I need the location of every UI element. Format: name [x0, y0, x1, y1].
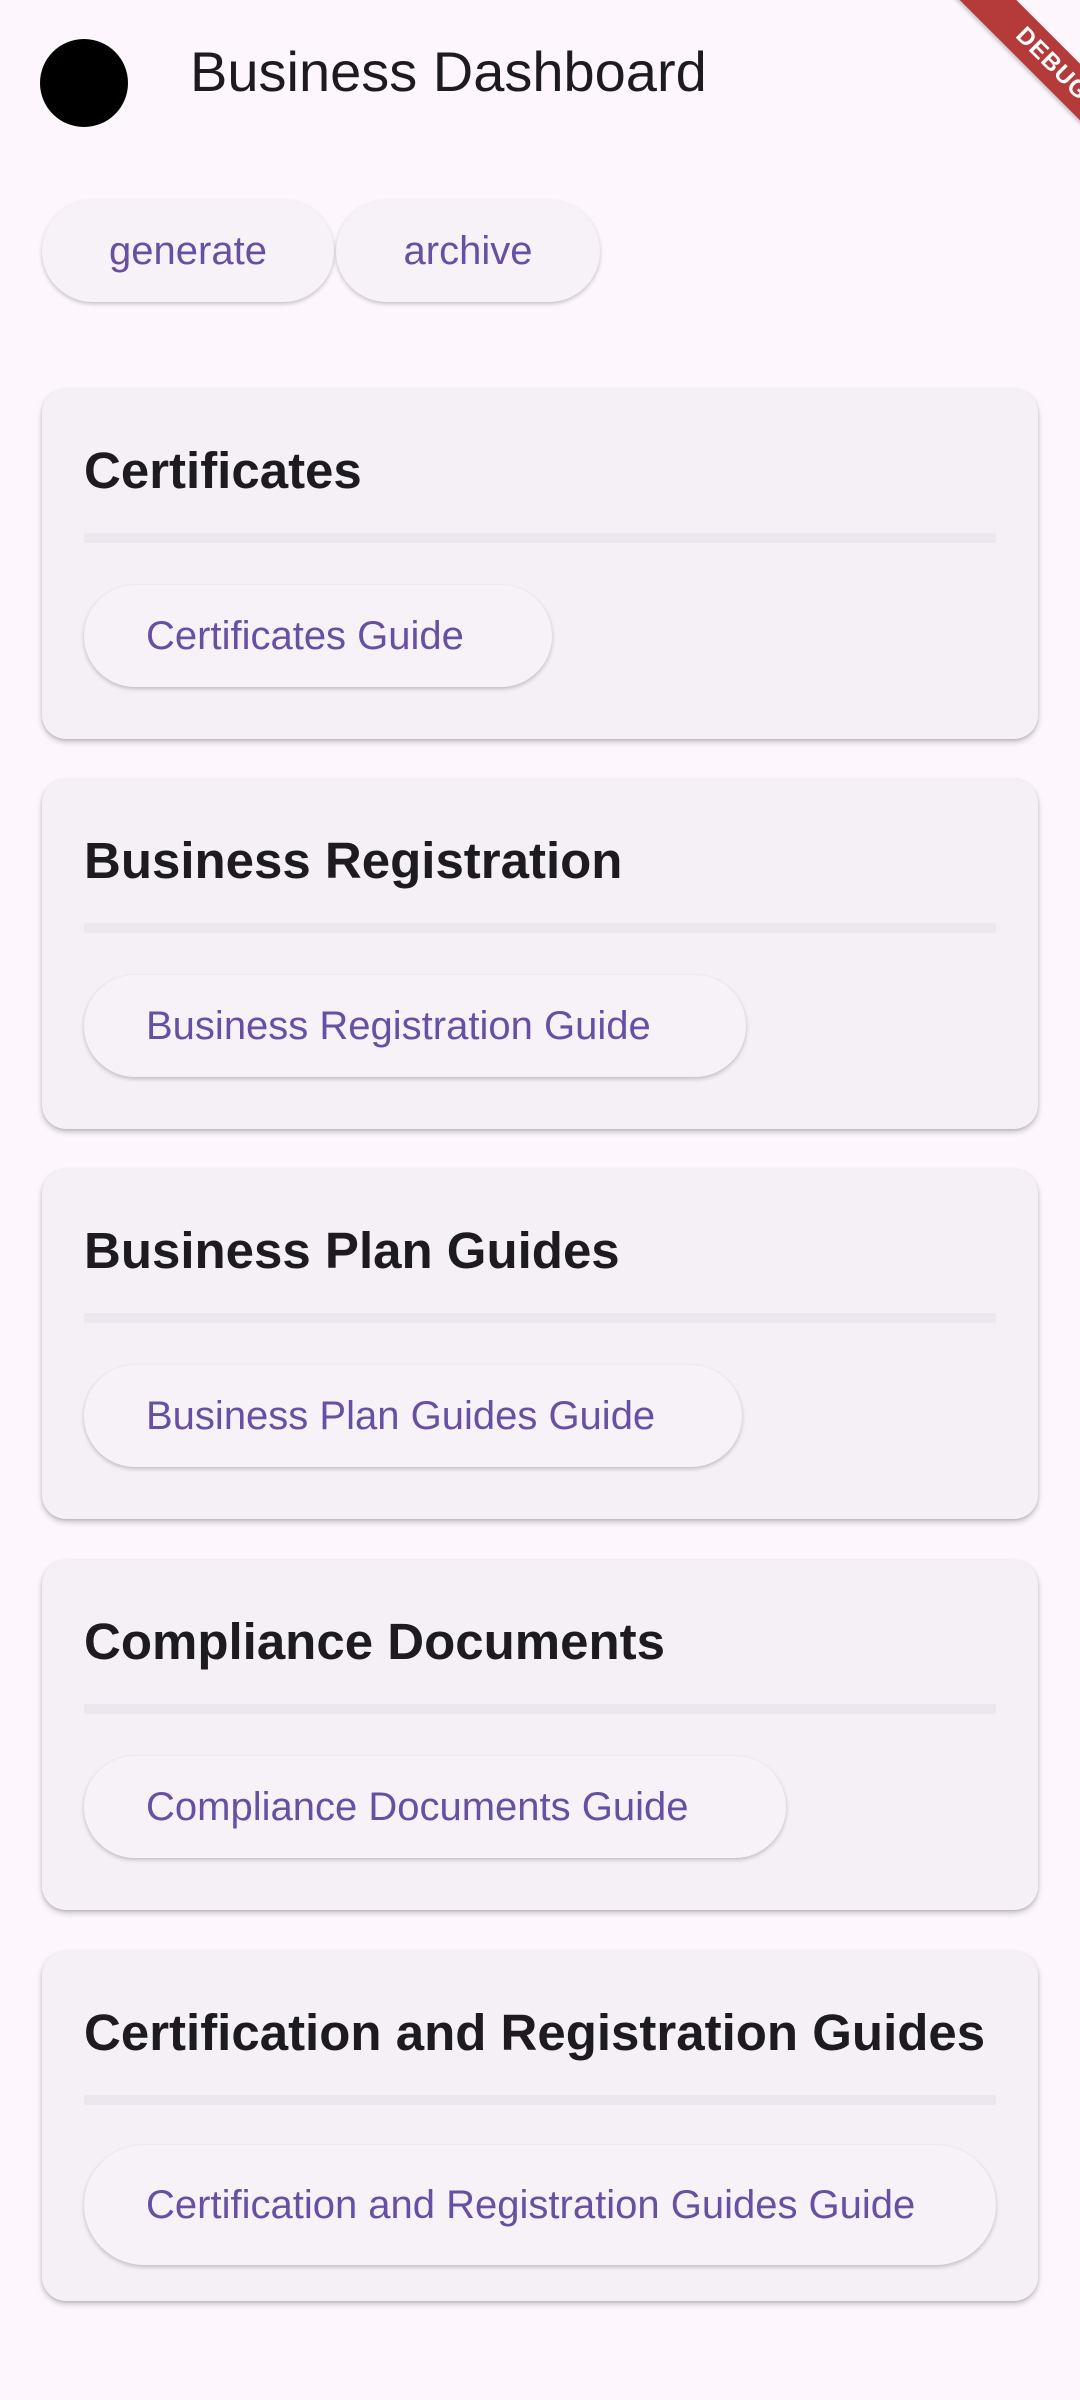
card-title: Certification and Registration Guides	[84, 2004, 986, 2061]
card-divider	[84, 1313, 996, 1323]
category-card-compliance-documents: Compliance Documents Compliance Document…	[42, 1560, 1038, 1910]
card-divider	[84, 2095, 996, 2105]
certification-and-registration-guides-guide-button[interactable]: Certification and Registration Guides Gu…	[84, 2145, 996, 2265]
category-card-business-plan-guides: Business Plan Guides Business Plan Guide…	[42, 1169, 1038, 1519]
card-title: Certificates	[84, 442, 362, 499]
card-divider	[84, 1704, 996, 1714]
page-title: Business Dashboard	[190, 40, 707, 103]
business-registration-guide-button[interactable]: Business Registration Guide	[84, 975, 746, 1077]
business-plan-guides-guide-button[interactable]: Business Plan Guides Guide	[84, 1365, 742, 1467]
category-card-business-registration: Business Registration Business Registrat…	[42, 779, 1038, 1129]
generate-button[interactable]: generate	[42, 200, 334, 302]
card-divider	[84, 923, 996, 933]
compliance-documents-guide-button[interactable]: Compliance Documents Guide	[84, 1756, 786, 1858]
app-bar: Business Dashboard	[0, 0, 1080, 146]
archive-button[interactable]: archive	[336, 200, 600, 302]
card-title: Business Registration	[84, 832, 623, 889]
avatar[interactable]	[40, 39, 128, 127]
card-divider	[84, 533, 996, 543]
category-card-certification-and-registration-guides: Certification and Registration Guides Ce…	[42, 1951, 1038, 2301]
card-title: Compliance Documents	[84, 1613, 665, 1670]
certificates-guide-button[interactable]: Certificates Guide	[84, 585, 552, 687]
category-card-certificates: Certificates Certificates Guide	[42, 389, 1038, 739]
card-title: Business Plan Guides	[84, 1222, 620, 1279]
